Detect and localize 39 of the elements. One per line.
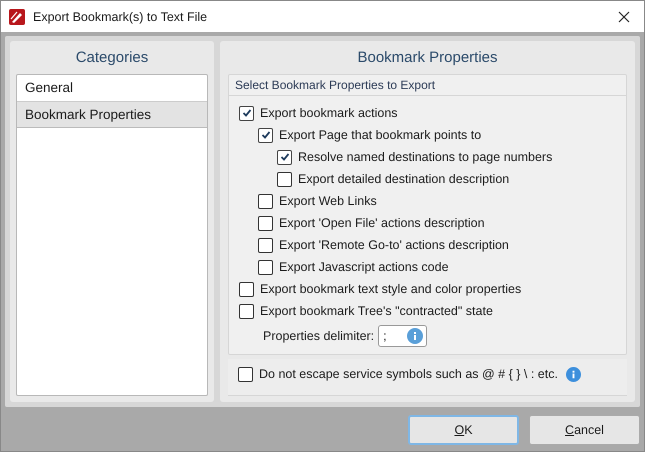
option-label: Export bookmark actions — [260, 106, 398, 120]
dialog-button[interactable]: OK — [408, 415, 519, 445]
checkbox[interactable] — [277, 172, 292, 186]
checkmark-icon — [260, 130, 270, 140]
option-label: Export Javascript actions code — [279, 260, 449, 274]
checkmark-icon — [242, 108, 252, 118]
dialog-button[interactable]: Cancel — [529, 415, 640, 445]
category-item[interactable]: Bookmark Properties — [17, 101, 207, 128]
checkbox[interactable] — [258, 238, 273, 252]
delimiter-label: Properties delimiter: — [263, 329, 374, 343]
close-icon[interactable] — [618, 10, 630, 22]
option-label: Resolve named destinations to page numbers — [298, 150, 552, 164]
checkbox[interactable] — [258, 128, 273, 142]
option-label: Export bookmark text style and color properties — [260, 282, 522, 296]
option-label: Export 'Remote Go-to' actions description — [279, 238, 509, 252]
window-title: Export Bookmark(s) to Text File — [33, 10, 208, 24]
checkmark-icon — [280, 152, 290, 162]
option-label: Export 'Open File' actions description — [279, 216, 485, 230]
panel-header: Bookmark Properties — [356, 48, 499, 68]
group-title: Select Bookmark Properties to Export — [229, 75, 626, 96]
checkbox[interactable] — [258, 216, 273, 230]
checkbox[interactable] — [239, 282, 254, 296]
option-label: Export bookmark Tree's "contracted" state — [260, 304, 493, 318]
option-label: Export Page that bookmark points to — [279, 128, 482, 142]
checkbox[interactable] — [238, 366, 253, 382]
checkbox[interactable] — [258, 260, 273, 274]
category-item[interactable]: General — [17, 75, 207, 101]
info-icon[interactable] — [407, 328, 424, 344]
option-label: Export Web Links — [279, 194, 377, 208]
delimiter-field[interactable]: ; — [378, 325, 428, 347]
app-logo-icon — [9, 8, 25, 24]
option-label: Do not escape service symbols such as @ # { } \ : etc. — [259, 367, 558, 381]
option-label: Export detailed destination description — [298, 172, 510, 186]
checkbox[interactable] — [239, 106, 254, 120]
checkbox[interactable] — [239, 304, 254, 318]
panel-header: Categories — [74, 48, 150, 68]
info-icon[interactable] — [566, 366, 581, 382]
checkbox[interactable] — [277, 150, 292, 164]
checkbox[interactable] — [258, 194, 273, 208]
